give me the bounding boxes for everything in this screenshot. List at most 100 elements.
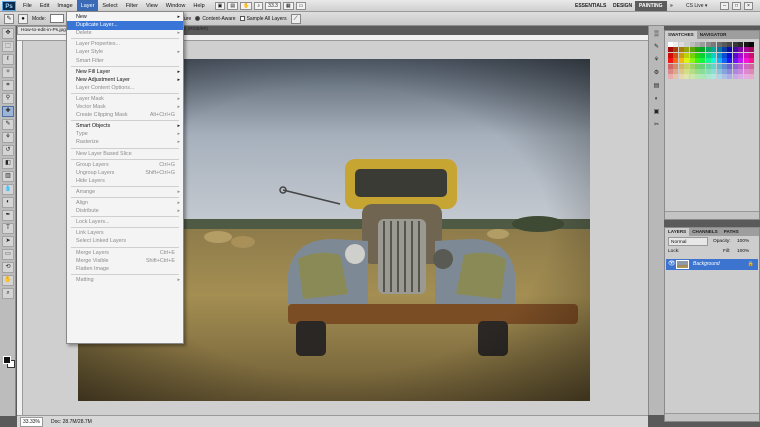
swatch[interactable] — [668, 69, 673, 74]
swatch[interactable] — [738, 69, 744, 74]
swatch[interactable] — [673, 69, 679, 74]
eraser-tool-icon[interactable]: ◧ — [2, 158, 14, 169]
zoom-tool-icon[interactable]: ⌕ — [254, 1, 264, 10]
swatch[interactable] — [689, 42, 695, 47]
swatch[interactable] — [705, 42, 711, 47]
lasso-tool-icon[interactable]: ℓ — [2, 54, 14, 65]
menu-window[interactable]: Window — [162, 0, 190, 12]
swatch[interactable] — [684, 42, 690, 47]
clone-stamp-tool-icon[interactable]: ⚘ — [2, 132, 14, 143]
hand-tool-icon-left[interactable]: ✋ — [2, 275, 14, 286]
layer-menu-item-arrange[interactable]: Arrange ▸ — [67, 188, 183, 197]
swatch[interactable] — [716, 58, 722, 64]
swatch[interactable] — [743, 47, 749, 53]
swatch[interactable] — [668, 42, 673, 47]
swatch[interactable] — [695, 63, 700, 69]
swatch[interactable] — [716, 52, 722, 58]
blend-mode-select[interactable]: Normal — [668, 237, 708, 246]
swatch[interactable] — [738, 74, 744, 80]
layer-menu-item-select-linked-layers[interactable]: Select Linked Layers — [67, 237, 183, 246]
zoom-field[interactable]: 33.33% — [20, 416, 43, 427]
shape-tool-icon[interactable]: ▭ — [2, 249, 14, 260]
swatch[interactable] — [711, 52, 717, 58]
blur-tool-icon[interactable]: 💧 — [2, 184, 14, 195]
swatch[interactable] — [732, 74, 738, 80]
swatch[interactable] — [716, 69, 722, 74]
swatch[interactable] — [727, 69, 733, 74]
swatch[interactable] — [705, 58, 711, 64]
layer-menu-item-distribute[interactable]: Distribute ▸ — [67, 207, 183, 216]
swatch[interactable] — [711, 58, 717, 64]
brush-tool-icon[interactable]: ✎ — [2, 119, 14, 130]
swatch[interactable] — [689, 47, 695, 53]
swatch[interactable] — [727, 42, 733, 47]
brush-presets-icon[interactable]: ▒ — [651, 29, 662, 39]
bridge-button[interactable]: ▣ — [214, 1, 226, 10]
swatch[interactable] — [673, 47, 679, 53]
swatch[interactable] — [722, 58, 727, 64]
pen-tool-icon[interactable]: ✒ — [2, 210, 14, 221]
swatch[interactable] — [668, 63, 673, 69]
swatch[interactable] — [738, 63, 744, 69]
content-aware-radio[interactable] — [195, 16, 201, 21]
swatch[interactable] — [689, 63, 695, 69]
swatch[interactable] — [678, 47, 684, 53]
swatch[interactable] — [743, 74, 749, 80]
clone-source-icon[interactable]: ⚘ — [651, 55, 662, 65]
gradient-tool-icon[interactable]: ▥ — [2, 171, 14, 182]
swatch[interactable] — [668, 47, 673, 53]
swatch[interactable] — [695, 52, 700, 58]
swatch[interactable] — [711, 74, 717, 80]
swatch[interactable] — [673, 74, 679, 80]
swatch[interactable] — [749, 69, 754, 74]
swatch[interactable] — [705, 63, 711, 69]
swatch[interactable] — [749, 74, 754, 80]
menu-filter[interactable]: Filter — [122, 0, 142, 12]
brush-panel-icon[interactable]: ✎ — [651, 42, 662, 52]
workspace-design[interactable]: DESIGN — [609, 1, 636, 11]
minibridge-button[interactable]: ▤ — [227, 1, 239, 10]
tab-layers[interactable]: LAYERS — [665, 228, 690, 236]
swatch[interactable] — [711, 42, 717, 47]
swatch[interactable] — [689, 58, 695, 64]
swatch[interactable] — [705, 74, 711, 80]
swatch[interactable] — [711, 69, 717, 74]
swatch[interactable] — [738, 47, 744, 53]
swatch[interactable] — [716, 63, 722, 69]
menu-edit[interactable]: Edit — [36, 0, 53, 12]
swatch[interactable] — [732, 63, 738, 69]
swatch[interactable] — [678, 69, 684, 74]
opacity-field[interactable]: 100% — [737, 237, 749, 246]
swatch[interactable] — [749, 63, 754, 69]
swatch[interactable] — [727, 74, 733, 80]
swatch[interactable] — [749, 58, 754, 64]
arrange-documents-button[interactable]: ▦ — [282, 1, 294, 10]
swatch[interactable] — [743, 52, 749, 58]
swatch[interactable] — [678, 74, 684, 80]
masks-icon[interactable]: ✂ — [651, 120, 662, 130]
swatch[interactable] — [749, 47, 754, 53]
swatch[interactable] — [732, 58, 738, 64]
close-icon[interactable]: × — [744, 2, 753, 10]
layer-menu-item-delete[interactable]: Delete ▸ — [67, 29, 183, 38]
swatch-grid[interactable] — [668, 42, 756, 82]
pressure-size-icon[interactable]: ⟋ — [290, 13, 301, 24]
layer-menu-item-layer-content-options[interactable]: Layer Content Options... — [67, 84, 183, 93]
swatch[interactable] — [716, 47, 722, 53]
swatch[interactable] — [695, 69, 700, 74]
workspace-painting[interactable]: PAINTING — [635, 1, 667, 11]
swatch[interactable] — [684, 74, 690, 80]
sample-all-checkbox[interactable] — [239, 16, 245, 21]
more-workspaces-button[interactable]: » — [666, 1, 677, 11]
swatch[interactable] — [668, 74, 673, 80]
content-aware-option[interactable]: Content-Aware — [195, 16, 236, 22]
dodge-tool-icon[interactable]: ◐ — [2, 197, 14, 208]
swatch[interactable] — [695, 58, 700, 64]
swatch[interactable] — [727, 47, 733, 53]
swatch[interactable] — [684, 69, 690, 74]
swatch[interactable] — [727, 63, 733, 69]
swatch[interactable] — [743, 42, 749, 47]
layer-menu-item-hide-layers[interactable]: Hide Layers — [67, 177, 183, 186]
swatch[interactable] — [722, 42, 727, 47]
swatch[interactable] — [695, 42, 700, 47]
